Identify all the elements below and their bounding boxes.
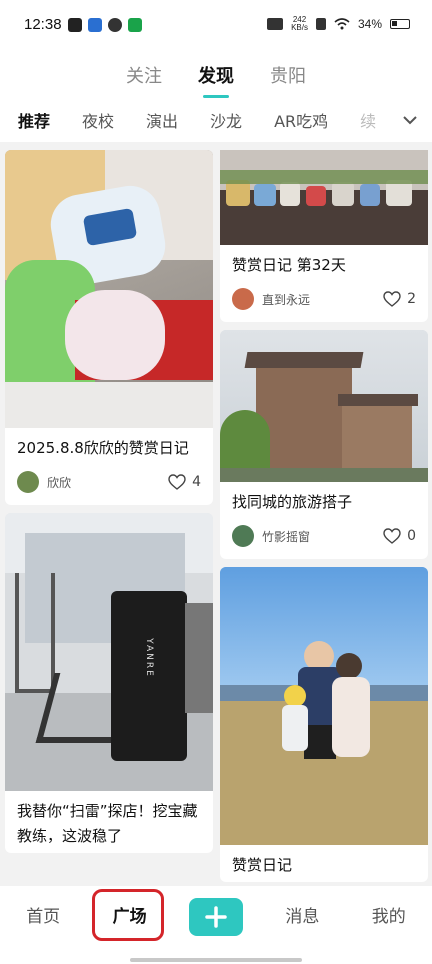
like-count: 4 xyxy=(192,474,201,490)
feed: 2025.8.8欣欣的赞赏日记 欣欣 4 YANRE 我替你“扫雷”探店！挖宝藏… xyxy=(0,146,432,886)
author-name[interactable]: 直到永远 xyxy=(262,291,383,308)
tab-discover[interactable]: 发现 xyxy=(198,62,234,88)
category-salon[interactable]: 沙龙 xyxy=(210,108,242,132)
network-speed: 242 KB/s xyxy=(291,16,308,32)
like-count: 2 xyxy=(407,291,416,307)
category-ar-game[interactable]: AR吃鸡 xyxy=(274,108,328,132)
tab-guiyang[interactable]: 贵阳 xyxy=(270,62,306,88)
chevron-down-icon xyxy=(403,116,417,125)
status-time: 12:38 xyxy=(24,16,62,33)
post-meta: 欣欣 4 xyxy=(5,465,213,505)
post-image-child xyxy=(5,150,213,428)
heart-icon xyxy=(383,528,401,544)
create-post-button[interactable] xyxy=(188,898,243,936)
post-card[interactable]: 赞赏日记 xyxy=(220,567,428,882)
battery-icon xyxy=(390,19,410,29)
status-bar: 12:38 242 KB/s 34% xyxy=(0,0,432,52)
tiktok-icon xyxy=(68,18,82,32)
category-more-partial[interactable]: 续 xyxy=(360,108,376,132)
feed-column-right: 赞赏日记 第32天 直到永远 2 找同城的旅游搭子 竹影摇窗 0 赞赏日记 xyxy=(220,150,428,886)
nav-create[interactable] xyxy=(173,898,259,936)
expand-categories-button[interactable] xyxy=(388,98,432,142)
feed-column-left: 2025.8.8欣欣的赞赏日记 欣欣 4 YANRE 我替你“扫雷”探店！挖宝藏… xyxy=(5,150,213,861)
battery-percent: 34% xyxy=(357,17,382,31)
post-image-plants xyxy=(220,150,428,245)
post-title: 2025.8.8欣欣的赞赏日记 xyxy=(17,439,189,457)
post-card[interactable]: 2025.8.8欣欣的赞赏日记 欣欣 4 xyxy=(5,150,213,505)
nav-profile[interactable]: 我的 xyxy=(346,902,432,927)
category-performance[interactable]: 演出 xyxy=(146,108,178,132)
heart-icon xyxy=(168,474,186,490)
post-image-family xyxy=(220,567,428,845)
like-count: 0 xyxy=(407,528,416,544)
category-recommend[interactable]: 推荐 xyxy=(18,108,50,132)
nav-messages[interactable]: 消息 xyxy=(259,902,345,927)
home-indicator xyxy=(130,958,302,962)
wechat-pay-icon xyxy=(128,18,142,32)
post-title: 我替你“扫雷”探店！挖宝藏教练，这波稳了 xyxy=(17,802,198,845)
post-title: 赞赏日记 第32天 xyxy=(232,256,346,274)
nav-home[interactable]: 首页 xyxy=(0,902,86,927)
post-card[interactable]: 找同城的旅游搭子 竹影摇窗 0 xyxy=(220,330,428,559)
speed-unit: KB/s xyxy=(291,23,308,32)
top-tabs: 关注 发现 贵阳 xyxy=(0,52,432,98)
like-button[interactable]: 4 xyxy=(168,474,201,490)
equipment-label: YANRE xyxy=(144,638,154,678)
bottom-nav: 首页 广场 消息 我的 xyxy=(0,886,432,964)
highlight-box xyxy=(92,889,164,941)
post-meta: 竹影摇窗 0 xyxy=(220,519,428,559)
post-title: 找同城的旅游搭子 xyxy=(232,493,353,511)
wifi-icon xyxy=(334,18,350,30)
avatar[interactable] xyxy=(232,525,254,547)
link-icon xyxy=(108,18,122,32)
like-button[interactable]: 0 xyxy=(383,528,416,544)
category-night-school[interactable]: 夜校 xyxy=(82,108,114,132)
hd-icon xyxy=(267,18,284,30)
plus-icon xyxy=(205,906,227,928)
avatar[interactable] xyxy=(17,471,39,493)
heart-icon xyxy=(383,291,401,307)
post-image-gym: YANRE xyxy=(5,513,213,791)
app-icon xyxy=(88,18,102,32)
post-card[interactable]: 赞赏日记 第32天 直到永远 2 xyxy=(220,150,428,322)
post-card[interactable]: YANRE 我替你“扫雷”探店！挖宝藏教练，这波稳了 xyxy=(5,513,213,853)
author-name[interactable]: 欣欣 xyxy=(47,474,168,491)
status-right: 242 KB/s 34% xyxy=(267,16,410,32)
like-button[interactable]: 2 xyxy=(383,291,416,307)
post-image-building xyxy=(220,330,428,482)
tab-follow[interactable]: 关注 xyxy=(126,62,162,88)
category-bar: 推荐 夜校 演出 沙龙 AR吃鸡 续 xyxy=(0,98,432,142)
post-title: 赞赏日记 xyxy=(232,856,293,874)
sim-icon xyxy=(315,18,326,30)
post-meta: 直到永远 2 xyxy=(220,282,428,322)
author-name[interactable]: 竹影摇窗 xyxy=(262,528,383,545)
avatar[interactable] xyxy=(232,288,254,310)
